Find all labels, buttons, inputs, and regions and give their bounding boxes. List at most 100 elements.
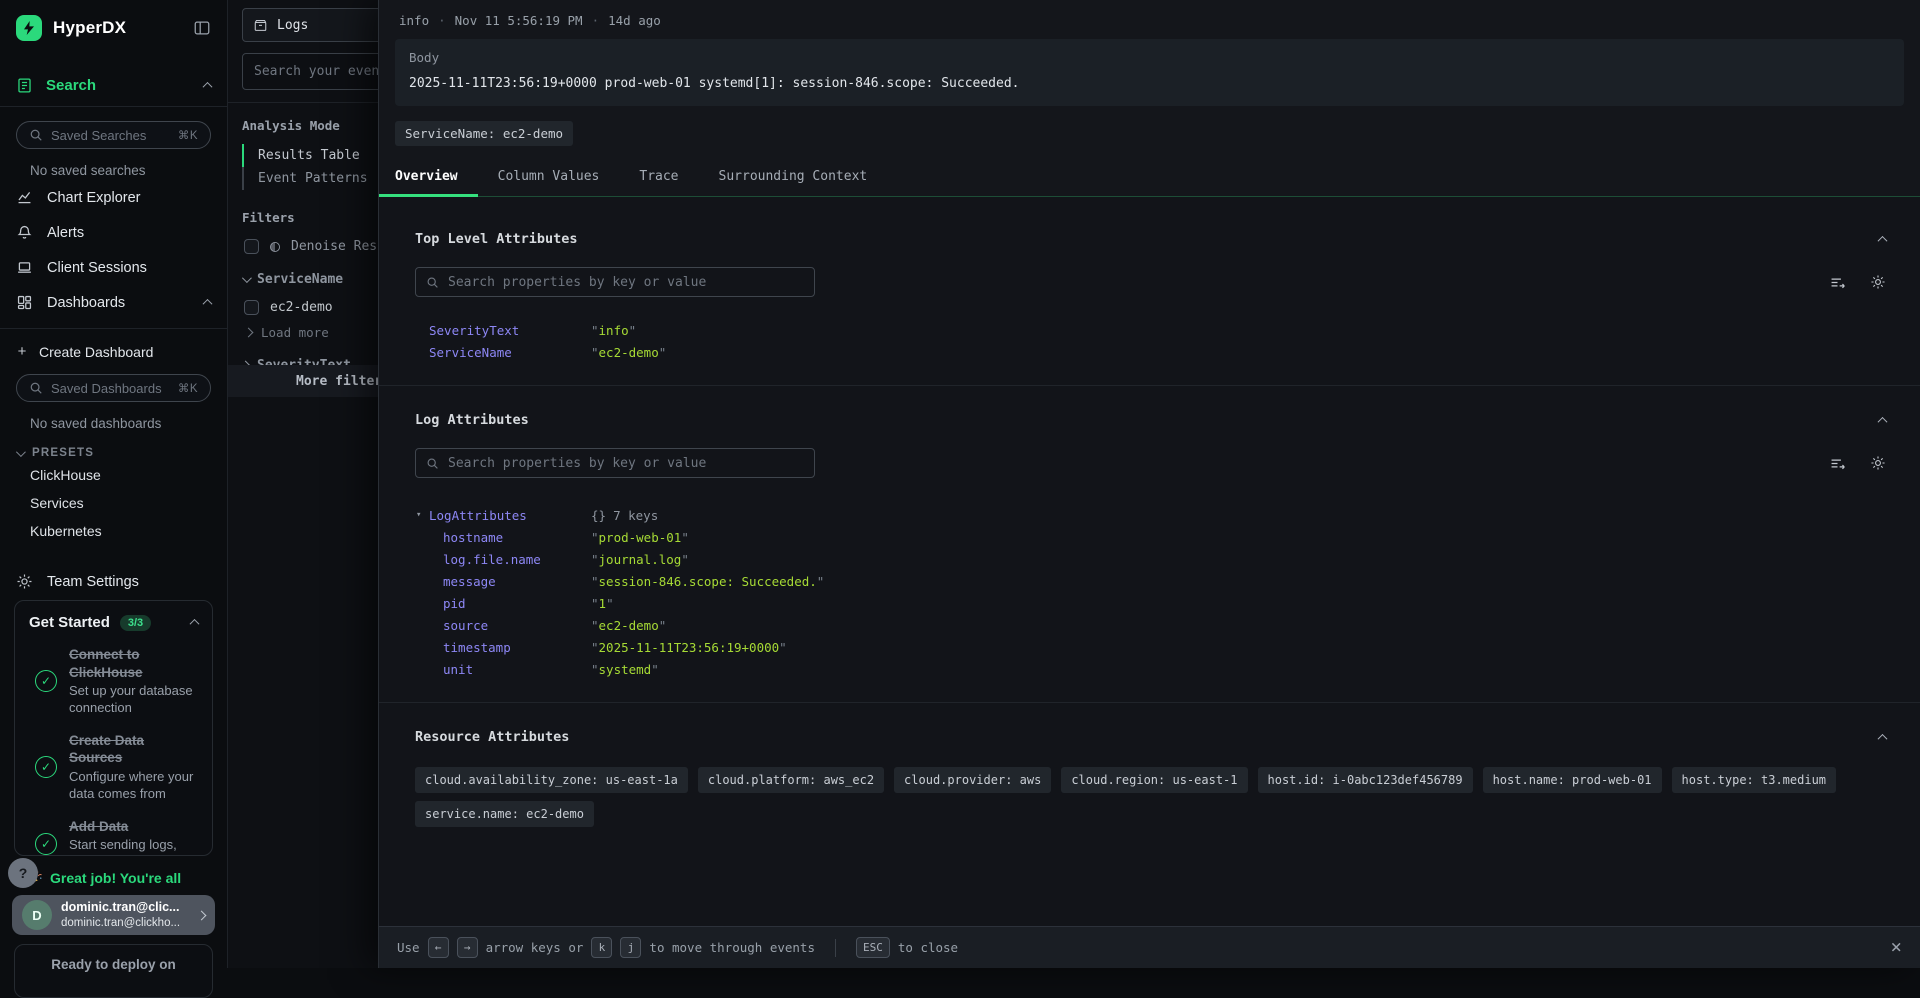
key-arrow-right: → [457,937,478,958]
body-card: Body 2025-11-11T23:56:19+0000 prod-web-0… [395,39,1904,106]
property-search-box[interactable] [415,448,815,478]
laptop-icon [16,259,33,276]
sidebar-collapse-icon[interactable] [193,19,211,37]
hyperdx-logo-icon [16,15,42,41]
gear-icon[interactable] [1870,274,1886,290]
filter-lines-icon[interactable] [1829,274,1846,291]
gear-icon[interactable] [1870,455,1886,471]
sidebar-item-dashboards[interactable]: Dashboards [0,285,227,320]
attribute-key[interactable]: log.file.name [443,552,591,567]
sidebar: HyperDX Search ⌘K No saved searches Char… [0,0,228,968]
attribute-key[interactable]: unit [443,662,591,677]
close-icon[interactable]: × [1891,938,1902,957]
chevron-up-icon[interactable] [203,299,213,309]
sidebar-item-client-sessions[interactable]: Client Sessions [0,250,227,285]
resource-chip[interactable]: cloud.provider: aws [894,767,1051,793]
resource-chip[interactable]: host.name: prod-web-01 [1483,767,1662,793]
get-started-item[interactable]: ✓ Add Data Start sending logs, metrics, … [29,818,198,856]
section-collapse-icon[interactable] [1878,235,1888,245]
tree-collapse-icon[interactable]: ▾ [416,510,429,520]
attribute-key[interactable]: timestamp [443,640,591,655]
property-search-box[interactable] [415,267,815,297]
section-collapse-icon[interactable] [1878,733,1888,743]
attribute-row: pid 1 [415,592,1886,614]
attribute-value[interactable]: prod-web-01 [591,530,689,545]
property-search-input[interactable] [448,275,804,290]
tab-trace[interactable]: Trace [619,159,698,196]
resource-chip[interactable]: host.type: t3.medium [1672,767,1837,793]
help-button[interactable]: ? [8,858,38,888]
attribute-key[interactable]: LogAttributes [429,508,591,523]
attribute-row: ServiceName ec2-demo [415,341,1886,363]
resource-attribute-chips: cloud.availability_zone: us-east-1a cloud… [415,767,1886,827]
event-timestamp: Nov 11 5:56:19 PM [455,13,583,28]
attribute-value[interactable]: ec2-demo [591,618,666,633]
sidebar-item-search[interactable]: Search [0,65,227,107]
attribute-value[interactable]: 1 [591,596,614,611]
brand-name: HyperDX [53,18,126,38]
chevron-down-icon [242,273,252,283]
preset-item[interactable]: Services [0,489,227,517]
create-dashboard-label: Create Dashboard [39,344,153,360]
preset-item[interactable]: Kubernetes [0,517,227,545]
user-menu[interactable]: D dominic.tran@clic... dominic.tran@clic… [12,895,215,935]
resource-chip[interactable]: cloud.region: us-east-1 [1061,767,1247,793]
create-dashboard-button[interactable]: + Create Dashboard [0,329,227,360]
preset-item[interactable]: ClickHouse [0,461,227,489]
chevron-up-icon[interactable] [190,619,200,629]
section-title: Log Attributes [415,412,529,428]
tab-overview[interactable]: Overview [379,159,478,196]
attribute-row: timestamp 2025-11-11T23:56:19+0000 [415,636,1886,658]
resource-chip[interactable]: host.id: i-0abc123def456789 [1258,767,1473,793]
attribute-value[interactable]: journal.log [591,552,689,567]
sidebar-item-chart-explorer[interactable]: Chart Explorer [0,180,227,215]
deploy-banner[interactable]: Ready to deploy on [14,944,213,998]
section-collapse-icon[interactable] [1878,416,1888,426]
key-k: k [591,937,612,958]
get-started-item[interactable]: ✓ Create Data Sources Configure where yo… [29,732,198,803]
attribute-key[interactable]: source [443,618,591,633]
saved-searches-search[interactable]: ⌘K [16,121,211,149]
key-arrow-left: ← [428,937,449,958]
property-search-input[interactable] [448,456,804,471]
resource-chip[interactable]: cloud.availability_zone: us-east-1a [415,767,688,793]
attribute-value[interactable]: info [591,323,636,338]
user-email: dominic.tran@clickho... [61,916,180,930]
chevron-up-icon[interactable] [203,82,213,92]
attribute-row: SeverityText info [415,319,1886,341]
progress-badge: 3/3 [120,615,151,631]
saved-dashboards-input[interactable] [51,381,170,396]
attribute-key[interactable]: SeverityText [429,323,591,338]
severity-badge: info [399,13,429,28]
presets-toggle[interactable]: PRESETS [0,433,227,461]
sidebar-item-label: Client Sessions [47,260,147,276]
attribute-key[interactable]: pid [443,596,591,611]
attribute-value[interactable]: 2025-11-11T23:56:19+0000 [591,640,787,655]
denoise-checkbox[interactable] [244,239,259,254]
sidebar-item-alerts[interactable]: Alerts [0,215,227,250]
facet-value-checkbox[interactable] [244,300,259,315]
attribute-value[interactable]: systemd [591,662,659,677]
chevron-right-icon [197,910,207,920]
search-icon [426,276,439,289]
tab-column-values[interactable]: Column Values [478,159,620,196]
saved-dashboards-search[interactable]: ⌘K [16,374,211,402]
braces-icon: {} [591,508,606,523]
saved-searches-input[interactable] [51,128,170,143]
attribute-key[interactable]: hostname [443,530,591,545]
brand[interactable]: HyperDX [0,0,227,41]
service-tag[interactable]: ServiceName: ec2-demo [395,121,573,146]
sidebar-item-team-settings[interactable]: Team Settings [0,561,227,602]
team-settings-label: Team Settings [47,574,139,590]
attribute-key[interactable]: message [443,574,591,589]
filter-lines-icon[interactable] [1829,455,1846,472]
attribute-key[interactable]: ServiceName [429,345,591,360]
plus-icon: + [16,343,28,360]
attribute-value[interactable]: session-846.scope: Succeeded. [591,574,824,589]
attribute-value[interactable]: ec2-demo [591,345,666,360]
tab-surrounding-context[interactable]: Surrounding Context [699,159,888,196]
get-started-item[interactable]: ✓ Connect to ClickHouse Set up your data… [29,646,198,717]
check-circle-icon: ✓ [35,756,57,778]
resource-chip[interactable]: service.name: ec2-demo [415,801,594,827]
resource-chip[interactable]: cloud.platform: aws_ec2 [698,767,884,793]
